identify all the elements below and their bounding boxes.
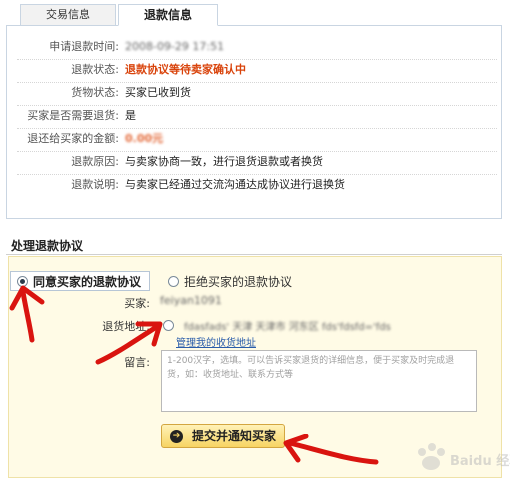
reject-option-label[interactable]: 拒绝买家的退款协议 xyxy=(184,273,292,290)
reject-radio[interactable] xyxy=(168,276,179,287)
info-row-refund-note: 退款说明: 与卖家已经通过交流沟通达成协议进行退换货 xyxy=(7,174,503,196)
info-value: 2008-09-29 17:51 xyxy=(125,40,225,53)
baidu-watermark: Baidu 经验 xyxy=(410,438,510,482)
info-label: 退款状态: xyxy=(71,63,119,76)
tab-transaction-info[interactable]: 交易信息 xyxy=(20,4,116,26)
annotation-arrow-agree-icon xyxy=(9,285,45,343)
info-row-refund-status: 退款状态: 退款协议等待卖家确认中 xyxy=(7,59,503,81)
info-row-refund-amount: 退还给买家的金额: 0.00元 xyxy=(7,128,503,150)
address-value[interactable]: fdasfads' 天津 天津市 河东区 fds'fdsfd='fds xyxy=(184,318,391,333)
annotation-arrow-submit-icon xyxy=(283,434,379,465)
info-row-refund-reason: 退款原因: 与卖家协商一致，进行退货退款或者换货 xyxy=(7,151,503,173)
divider xyxy=(6,254,502,255)
info-row-need-return: 买家是否需要退货: 是 xyxy=(7,105,503,127)
manage-address-link[interactable]: 管理我的收货地址 xyxy=(176,334,256,349)
submit-button-label: 提交并通知买家 xyxy=(192,429,277,443)
info-value: 是 xyxy=(125,109,136,122)
refund-amount: 0.00元 xyxy=(125,132,164,145)
info-row-goods-status: 货物状态: 买家已收到货 xyxy=(7,82,503,104)
info-value: 与卖家已经通过交流沟通达成协议进行退换货 xyxy=(125,178,345,191)
info-value: 与卖家协商一致，进行退货退款或者换货 xyxy=(125,155,323,168)
info-label: 退还给买家的金额: xyxy=(27,132,119,145)
info-row-apply-time: 申请退款时间: 2008-09-29 17:51 xyxy=(7,36,503,58)
info-label: 买家是否需要退货: xyxy=(27,109,119,122)
submit-notify-button[interactable]: ➔ 提交并通知买家 xyxy=(161,424,285,448)
buyer-name: feiyan1091 xyxy=(160,294,222,307)
status-text: 退款协议等待卖家确认中 xyxy=(125,63,246,76)
watermark-text: Baidu 经验 xyxy=(450,454,510,469)
annotation-arrow-address-icon xyxy=(95,321,163,365)
tab-refund-info[interactable]: 退款信息 xyxy=(118,4,218,26)
buyer-label: 买家: xyxy=(124,297,150,310)
info-label: 退款原因: xyxy=(71,155,119,168)
section-title: 处理退款协议 xyxy=(11,239,84,253)
info-label: 退款说明: xyxy=(71,178,119,191)
tab-bar: 交易信息 退款信息 xyxy=(20,4,220,26)
info-label: 货物状态: xyxy=(71,86,119,99)
info-value: 买家已收到货 xyxy=(125,86,191,99)
info-label: 申请退款时间: xyxy=(49,40,119,53)
arrow-right-icon: ➔ xyxy=(170,430,183,443)
refund-info-panel: 申请退款时间: 2008-09-29 17:51 退款状态: 退款协议等待卖家确… xyxy=(6,25,502,219)
message-textarea[interactable]: 1-200汉字，选填。可以告诉买家退货的详细信息，便于买家及时完成退货，如：收货… xyxy=(161,350,477,412)
